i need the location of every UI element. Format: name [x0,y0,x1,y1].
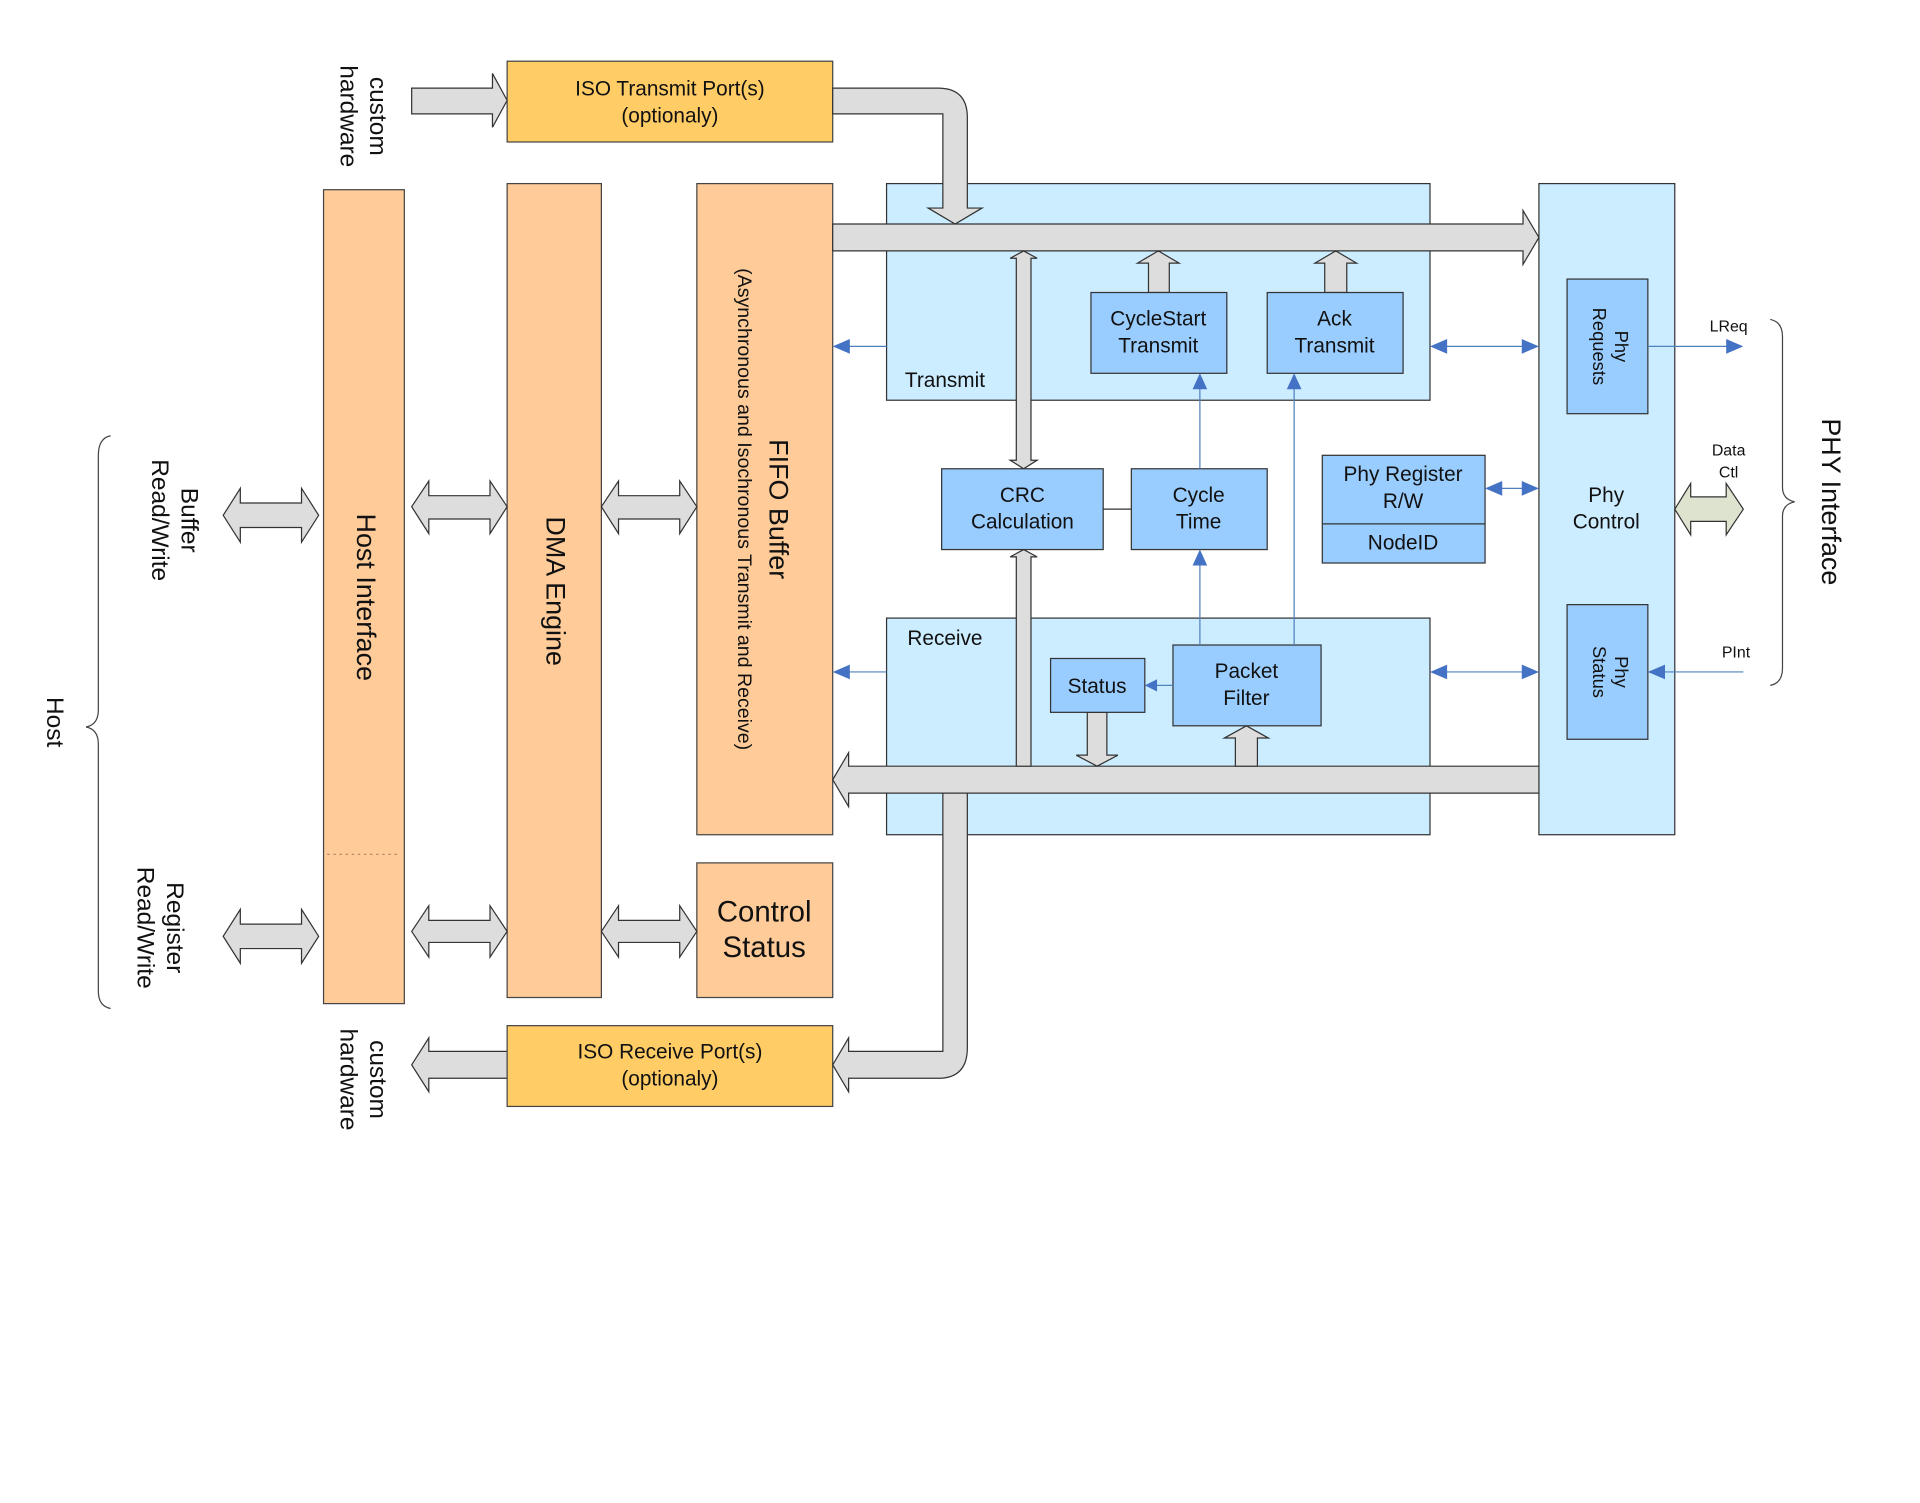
cycle-time-label-2: Time [1176,511,1221,534]
fifo-receive-arrowhead [832,664,850,680]
fifo-transmit-arrowhead [832,339,850,354]
lreq-label: LReq [1710,319,1748,336]
fifo-buffer-title: FIFO Buffer [763,439,793,579]
phy-control-label-1: Phy [1588,484,1624,507]
fifo-buffer-subtitle: (Asynchronous and Isochronous Transmit a… [733,268,755,750]
custom-hw-to-iso-transmit-arrow [411,73,508,128]
svg-text:Phy: Phy [1611,331,1632,363]
transmit-phy-arrowhead-left [1429,339,1448,354]
svg-text:Register: Register [161,882,188,973]
svg-text:Status: Status [1589,646,1610,698]
svg-text:custom: custom [364,1040,391,1119]
buffer-rw-arrow [222,486,320,545]
ack-label-1: Ack [1317,308,1352,331]
receive-bus-to-iso-receive-pipe [831,792,968,1094]
control-status-label-2: Status [723,931,806,964]
transmit-region-label: Transmit [905,369,985,392]
svg-text:custom: custom [364,77,391,156]
iso-receive-to-custom-hw-arrow [410,1035,508,1094]
ack-label-2: Transmit [1294,334,1374,357]
buffer-rw-label: Buffer Read/Write [146,459,202,581]
svg-text:hardware: hardware [335,1029,362,1131]
packet-filter-label-2: Filter [1223,687,1269,710]
cycle-time-block [1130,468,1268,551]
host-dma-buffer-arrow [410,478,508,536]
custom-hardware-top-label: custom hardware [335,65,391,167]
phy-control-label-2: Control [1573,511,1640,534]
svg-text:Read/Write: Read/Write [146,459,173,581]
packet-filter-block [1172,644,1322,727]
crc-label-1: CRC [1000,484,1045,507]
phy-interface-label: PHY Interface [1816,418,1846,585]
cyclestart-label-1: CycleStart [1110,308,1206,331]
dma-fifo-arrow [600,478,698,536]
node-id-label: NodeID [1368,532,1439,555]
transmit-phy-arrowhead-right [1521,339,1539,354]
iso-transmit-label-2: (optionaly) [621,104,718,127]
phy-brace [1770,318,1795,687]
phy-register-arrowhead-right [1521,481,1539,496]
svg-text:Phy: Phy [1611,656,1632,688]
crc-label-2: Calculation [971,511,1074,534]
cyclestart-transmit-block [1090,291,1228,374]
packet-filter-label-1: Packet [1215,660,1279,683]
cycle-time-arrowhead [1192,549,1208,566]
receive-region [885,617,1431,836]
phy-register-arrowhead-left [1485,481,1503,496]
custom-hardware-bottom-label: custom hardware [335,1029,391,1131]
pint-label: PInt [1722,644,1751,661]
host-dma-register-arrow [410,903,508,960]
firewire-link-block-diagram: Host Buffer Read/Write Register Read/Wri… [41,60,1846,1131]
svg-text:Read/Write: Read/Write [132,867,159,989]
register-rw-arrow [222,907,320,966]
iso-transmit-label-1: ISO Transmit Port(s) [575,77,765,100]
data-ctl-label-2: Ctl [1719,464,1738,481]
phy-register-label-2: R/W [1383,490,1424,513]
lreq-arrowhead [1726,339,1744,354]
iso-receive-label-1: ISO Receive Port(s) [577,1041,762,1064]
svg-text:hardware: hardware [335,65,362,167]
iso-receive-port-block [506,1025,834,1108]
host-brace [85,435,111,1010]
svg-text:Requests: Requests [1589,308,1610,386]
receive-phy-arrowhead-left [1429,664,1448,680]
data-ctl-label-1: Data [1712,442,1746,459]
crc-calculation-block [941,468,1104,551]
receive-region-label: Receive [907,627,982,650]
host-label: Host [41,697,68,748]
data-ctl-arrow [1674,481,1745,538]
svg-text:Buffer: Buffer [176,488,203,553]
host-interface-label: Host Interface [351,514,381,682]
register-rw-label: Register Read/Write [132,867,188,989]
receive-status-label: Status [1068,675,1127,698]
receive-phy-arrowhead-right [1521,664,1539,680]
dma-engine-label: DMA Engine [541,516,571,666]
cyclestart-label-2: Transmit [1118,334,1198,357]
cycle-time-label-1: Cycle [1173,484,1225,507]
dma-control-status-arrow [600,903,698,960]
ack-transmit-block [1266,291,1404,374]
iso-receive-label-2: (optionaly) [621,1068,718,1091]
control-status-label-1: Control [717,896,812,929]
phy-register-label-1: Phy Register [1344,463,1463,486]
iso-transmit-port-block [506,60,834,143]
